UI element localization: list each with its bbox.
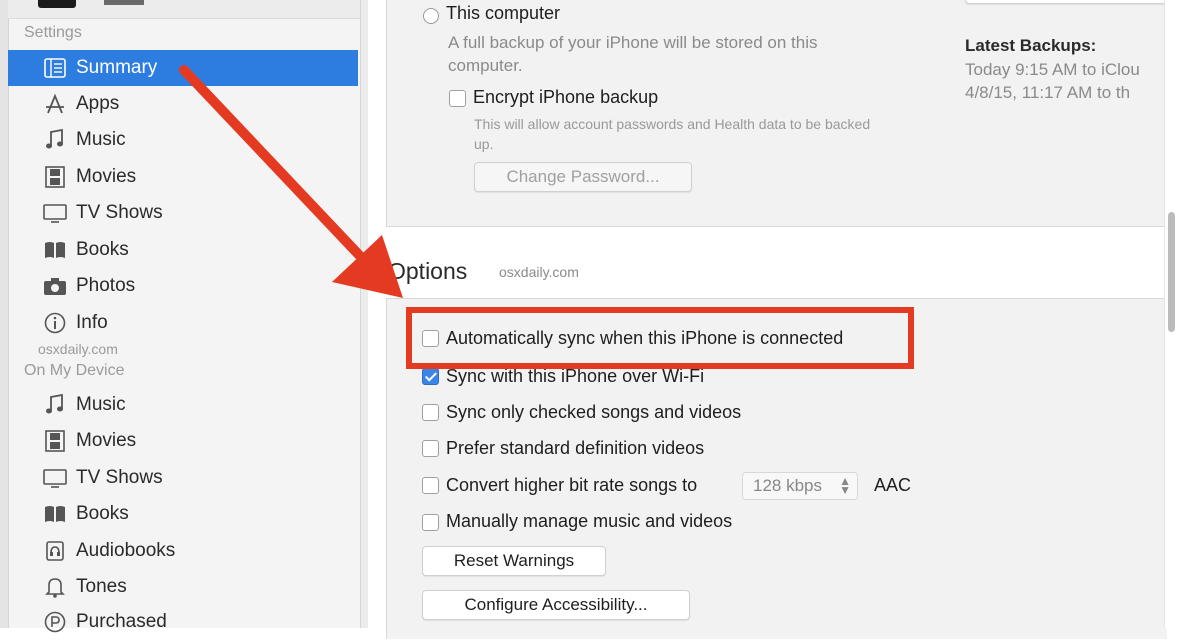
book-icon: [42, 502, 68, 526]
device-name-stub: [104, 0, 144, 5]
format-label: AAC: [874, 475, 912, 495]
device-icon[interactable]: [38, 0, 76, 8]
configure-accessibility-button[interactable]: Configure Accessibility...: [422, 590, 690, 620]
apps-icon: [42, 92, 68, 116]
film-icon: [42, 165, 68, 189]
encrypt-description: This will allow account passwords and He…: [474, 116, 871, 132]
sidebar-item-device-tv-shows[interactable]: TV Shows: [8, 460, 358, 496]
watermark: osxdaily.com: [499, 264, 579, 280]
wifi-sync-label: Sync with this iPhone over Wi-Fi: [446, 366, 705, 386]
sidebar-item-label: Audiobooks: [76, 540, 176, 561]
wifi-sync-checkbox[interactable]: [422, 368, 439, 385]
checked-only-label: Sync only checked songs and videos: [446, 402, 742, 422]
scrollbar-thumb[interactable]: [1168, 212, 1175, 332]
prefer-sd-checkbox[interactable]: [422, 440, 439, 457]
summary-icon: [42, 56, 68, 80]
camera-icon: [42, 274, 68, 298]
sidebar: Settings Summary Apps Music Movies TV Sh…: [0, 0, 369, 633]
latest-backup-icloud: Today 9:15 AM to iClou: [965, 60, 1140, 79]
prefer-sd-label: Prefer standard definition videos: [446, 438, 705, 458]
sidebar-item-label: TV Shows: [76, 202, 163, 223]
this-computer-label: This computer: [446, 3, 561, 23]
book-icon: [42, 238, 68, 262]
this-computer-radio[interactable]: [423, 8, 439, 24]
bitrate-select[interactable]: 128 kbps ▲ ▼: [742, 472, 858, 500]
sidebar-item-movies[interactable]: Movies: [8, 159, 358, 195]
sidebar-item-label: Apps: [76, 93, 120, 114]
sidebar-item-device-movies[interactable]: Movies: [8, 423, 358, 459]
film-icon: [42, 429, 68, 453]
sidebar-item-label: Photos: [76, 275, 136, 296]
sidebar-item-summary[interactable]: Summary: [8, 50, 358, 86]
info-icon: [42, 311, 68, 335]
latest-backups-heading: Latest Backups:: [965, 36, 1097, 55]
reset-warnings-button[interactable]: Reset Warnings: [422, 546, 606, 576]
sidebar-item-device-audiobooks[interactable]: Audiobooks: [8, 533, 358, 569]
stepper-icon: ▲ ▼: [839, 474, 851, 497]
watermark: osxdaily.com: [38, 341, 118, 357]
bitrate-value: 128 kbps: [753, 476, 822, 495]
sidebar-item-photos[interactable]: Photos: [8, 268, 358, 304]
encrypt-description-cont: up.: [474, 136, 494, 152]
settings-heading: Settings: [24, 24, 82, 41]
music-note-icon: [42, 128, 68, 152]
manual-manage-checkbox[interactable]: [422, 514, 439, 531]
encrypt-backup-label: Encrypt iPhone backup: [473, 87, 659, 107]
sidebar-item-music[interactable]: Music: [8, 122, 358, 158]
sidebar-item-label: Purchased: [76, 611, 167, 632]
convert-bitrate-label: Convert higher bit rate songs to: [446, 475, 698, 495]
tv-icon: [42, 466, 68, 490]
audiobook-icon: [42, 539, 68, 563]
change-password-button[interactable]: Change Password...: [474, 162, 692, 192]
sidebar-item-label: Movies: [76, 166, 137, 187]
this-computer-description: A full backup of your iPhone will be sto…: [448, 33, 818, 52]
manual-manage-label: Manually manage music and videos: [446, 511, 733, 531]
convert-bitrate-checkbox[interactable]: [422, 477, 439, 494]
encrypt-backup-checkbox[interactable]: [449, 90, 466, 107]
backups-panel: This computer A full backup of your iPho…: [386, 0, 1168, 227]
back-up-now-button[interactable]: [965, 0, 1167, 4]
annotation-highlight-box: [406, 307, 914, 369]
sidebar-item-info[interactable]: Info: [8, 305, 358, 341]
sidebar-item-label: Books: [76, 503, 129, 524]
bell-icon: [42, 575, 68, 599]
main-content: This computer A full backup of your iPho…: [368, 0, 1196, 639]
sidebar-item-device-tones[interactable]: Tones: [8, 569, 358, 605]
purchased-icon: [42, 610, 68, 634]
sidebar-item-label: TV Shows: [76, 467, 163, 488]
sidebar-item-label: Movies: [76, 430, 137, 451]
sidebar-item-device-books[interactable]: Books: [8, 496, 358, 532]
sidebar-item-device-music[interactable]: Music: [8, 387, 358, 423]
device-header-bar: [8, 0, 360, 19]
sidebar-item-label: Music: [76, 394, 126, 415]
sidebar-item-device-purchased[interactable]: Purchased: [8, 604, 358, 640]
sidebar-item-tv-shows[interactable]: TV Shows: [8, 195, 358, 231]
sidebar-item-books[interactable]: Books: [8, 232, 358, 268]
tv-icon: [42, 201, 68, 225]
on-my-device-heading: On My Device: [24, 362, 125, 379]
sidebar-item-label: Info: [76, 312, 108, 333]
options-heading: Options: [388, 258, 468, 284]
sidebar-item-label: Tones: [76, 576, 127, 597]
sidebar-item-label: Music: [76, 129, 126, 150]
this-computer-description-cont: computer.: [448, 56, 523, 75]
checked-only-checkbox[interactable]: [422, 404, 439, 421]
sidebar-item-apps[interactable]: Apps: [8, 86, 358, 122]
latest-backup-computer: 4/8/15, 11:17 AM to th: [965, 83, 1131, 102]
sidebar-item-label: Summary: [76, 57, 158, 78]
music-note-icon: [42, 393, 68, 417]
sidebar-item-label: Books: [76, 239, 129, 260]
